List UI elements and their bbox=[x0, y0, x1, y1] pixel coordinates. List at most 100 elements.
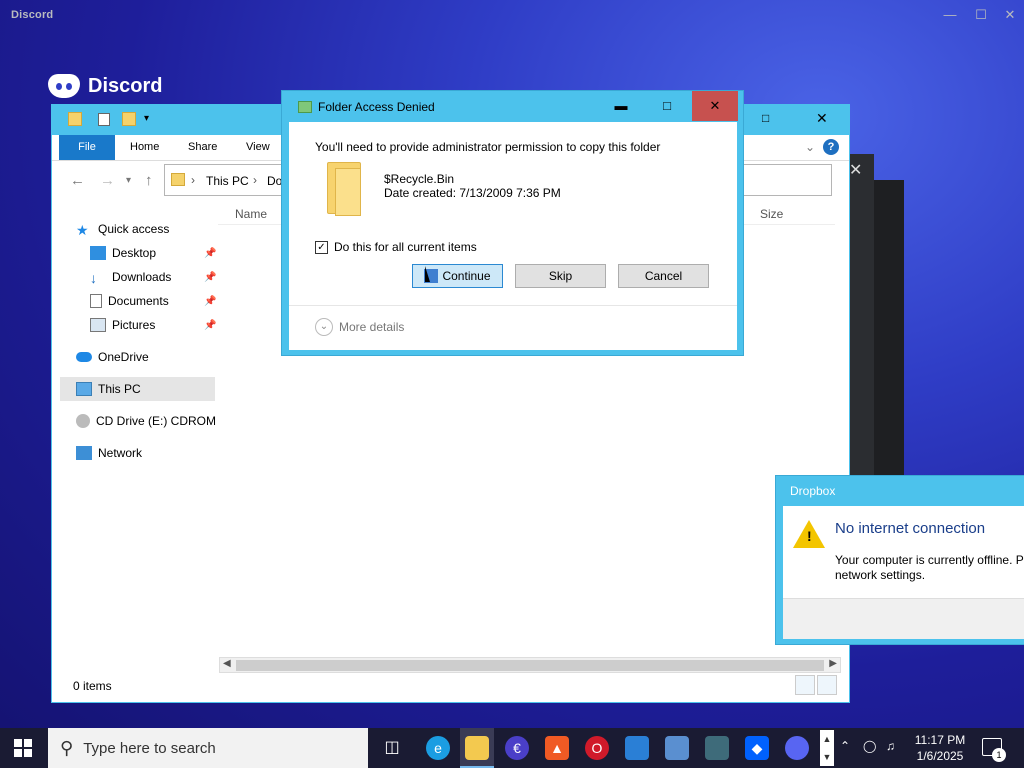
discord-maximize-button[interactable]: ☐ bbox=[970, 6, 992, 24]
windows-start-icon[interactable] bbox=[14, 739, 32, 757]
more-details-toggle[interactable]: ⌄ More details bbox=[315, 318, 404, 336]
taskbar-search-box[interactable]: ⚲ Type here to search bbox=[48, 728, 368, 768]
quick-access-dropdown-icon[interactable]: ▾ bbox=[144, 113, 149, 124]
pin-icon[interactable]: 📌 bbox=[204, 320, 216, 331]
discord-window-title: Discord bbox=[11, 9, 54, 21]
cd-drive-icon bbox=[76, 414, 90, 428]
app-e-icon[interactable]: € bbox=[505, 736, 529, 760]
sidebar-item-pictures[interactable]: Pictures 📌 bbox=[90, 314, 216, 336]
window-app-icon[interactable] bbox=[625, 736, 649, 760]
more-details-label: More details bbox=[339, 320, 405, 334]
dialog-minimize-button[interactable]: ▬ bbox=[598, 91, 644, 121]
dropbox-icon[interactable]: ◆ bbox=[745, 736, 769, 760]
show-hidden-icons[interactable]: ⌃ bbox=[840, 739, 850, 753]
sidebar-item-downloads[interactable]: ↓ Downloads 📌 bbox=[90, 266, 216, 288]
sidebar-item-label: This PC bbox=[98, 382, 141, 396]
folder-icon bbox=[325, 162, 365, 218]
folder-name: $Recycle.Bin bbox=[384, 172, 455, 186]
apply-to-all-checkbox[interactable]: ✓ Do this for all current items bbox=[315, 240, 477, 254]
tab-view[interactable]: View bbox=[236, 135, 280, 160]
checkbox-checked-icon[interactable]: ✓ bbox=[315, 240, 328, 254]
sidebar-item-label: Quick access bbox=[98, 222, 170, 236]
network-app-icon[interactable] bbox=[665, 736, 689, 760]
discord-icon[interactable] bbox=[785, 736, 809, 760]
dialog-folder-icon bbox=[298, 101, 312, 113]
breadcrumb-this-pc[interactable]: This PC bbox=[206, 174, 249, 188]
clock-date: 1/6/2025 bbox=[916, 749, 964, 763]
dropbox-body: ! No internet connection Your computer i… bbox=[783, 506, 1024, 639]
sidebar-item-cd-drive[interactable]: CD Drive (E:) CDROM bbox=[76, 410, 216, 432]
search-icon: ⚲ bbox=[60, 737, 74, 758]
discord-logo: Discord bbox=[48, 72, 162, 100]
sidebar-item-this-pc[interactable]: This PC bbox=[76, 378, 141, 400]
horizontal-scrollbar[interactable]: ◀ ▶ bbox=[219, 657, 841, 673]
tab-share[interactable]: Share bbox=[178, 135, 227, 160]
cancel-button[interactable]: Cancel bbox=[618, 264, 709, 288]
notification-count-badge: 1 bbox=[992, 748, 1006, 762]
download-arrow-icon: ↓ bbox=[90, 270, 97, 286]
sidebar-item-documents[interactable]: Documents 📌 bbox=[90, 290, 216, 312]
discord-close-button[interactable]: ✕ bbox=[999, 6, 1021, 24]
discord-minimize-button[interactable]: — bbox=[939, 6, 961, 24]
network-icon bbox=[76, 446, 92, 460]
brave-browser-icon[interactable]: ▲ bbox=[545, 736, 569, 760]
file-explorer-icon[interactable] bbox=[465, 736, 489, 760]
document-icon bbox=[90, 294, 102, 308]
sidebar-item-label: CD Drive (E:) CDROM bbox=[96, 414, 216, 428]
clock-time: 11:17 PM bbox=[914, 733, 966, 747]
sidebar-item-label: OneDrive bbox=[98, 350, 149, 364]
task-view-icon[interactable]: ◫ bbox=[380, 736, 404, 760]
back-arrow-icon[interactable]: ← bbox=[70, 172, 85, 189]
taskbar-scroll-buttons[interactable]: ▲ ▼ bbox=[820, 730, 834, 766]
help-icon[interactable]: ? bbox=[823, 139, 839, 155]
pin-icon[interactable]: 📌 bbox=[204, 296, 216, 307]
forward-arrow-icon[interactable]: → bbox=[100, 172, 115, 189]
mouse-cursor-icon bbox=[425, 266, 430, 282]
skip-button[interactable]: Skip bbox=[515, 264, 606, 288]
column-header-size[interactable]: Size bbox=[760, 207, 783, 221]
up-arrow-icon[interactable]: ↑ bbox=[145, 172, 153, 189]
scroll-left-icon[interactable]: ◀ bbox=[223, 658, 231, 669]
scroll-right-icon[interactable]: ▶ bbox=[829, 658, 837, 669]
sidebar-item-network[interactable]: Network bbox=[76, 442, 142, 464]
sidebar-item-desktop[interactable]: Desktop 📌 bbox=[90, 242, 216, 264]
sidebar-item-label: Documents bbox=[108, 294, 169, 308]
dialog-maximize-button[interactable]: □ bbox=[644, 91, 690, 121]
edge-browser-icon[interactable]: e bbox=[426, 736, 450, 760]
sidebar-item-label: Desktop bbox=[112, 246, 157, 260]
sidebar-item-onedrive[interactable]: OneDrive bbox=[76, 346, 149, 368]
network-status-icon[interactable]: ◯ bbox=[863, 739, 876, 753]
sidebar-item-label: Network bbox=[98, 446, 143, 460]
folder-icon bbox=[68, 112, 82, 126]
system-clock[interactable]: 11:17 PM 1/6/2025 bbox=[912, 732, 968, 764]
background-close-icon[interactable]: ✕ bbox=[849, 160, 862, 180]
tab-file[interactable]: File bbox=[59, 135, 115, 160]
utility-app-icon[interactable] bbox=[705, 736, 729, 760]
properties-icon[interactable] bbox=[98, 113, 110, 126]
details-view-icon[interactable] bbox=[795, 675, 815, 695]
background-window-panel-2 bbox=[874, 180, 904, 476]
scrollbar-thumb[interactable] bbox=[236, 660, 824, 671]
taskbar: ⚲ Type here to search ◫ e € ▲ O ◆ ▲ ▼ ⌃ ◯… bbox=[0, 728, 1024, 768]
large-icons-view-icon[interactable] bbox=[817, 675, 837, 695]
ribbon-expand-icon[interactable]: ⌄ bbox=[805, 140, 815, 154]
dropbox-title: Dropbox bbox=[790, 484, 836, 498]
opera-browser-icon[interactable]: O bbox=[585, 736, 609, 760]
dropbox-notification: Dropbox ! No internet connection Your co… bbox=[775, 475, 1024, 645]
warning-exclamation-icon: ! bbox=[807, 528, 812, 544]
volume-muted-icon[interactable]: ♫ bbox=[886, 739, 895, 753]
recent-locations-icon[interactable]: ▾ bbox=[126, 175, 131, 186]
folder-date-created: Date created: 7/13/2009 7:36 PM bbox=[384, 186, 561, 200]
dialog-close-button[interactable]: ✕ bbox=[692, 91, 738, 121]
new-folder-icon[interactable] bbox=[122, 112, 136, 126]
chevron-down-icon: ⌄ bbox=[315, 318, 333, 336]
explorer-maximize-button[interactable]: □ bbox=[762, 111, 769, 125]
sidebar-item-quick-access[interactable]: ★ Quick access bbox=[76, 218, 169, 240]
pictures-icon bbox=[90, 318, 106, 332]
explorer-close-button[interactable]: ✕ bbox=[816, 110, 828, 127]
sidebar-item-label: Pictures bbox=[112, 318, 156, 332]
tab-home[interactable]: Home bbox=[120, 135, 169, 160]
column-header-name[interactable]: Name bbox=[235, 207, 267, 221]
pin-icon[interactable]: 📌 bbox=[204, 248, 216, 259]
pin-icon[interactable]: 📌 bbox=[204, 272, 216, 283]
